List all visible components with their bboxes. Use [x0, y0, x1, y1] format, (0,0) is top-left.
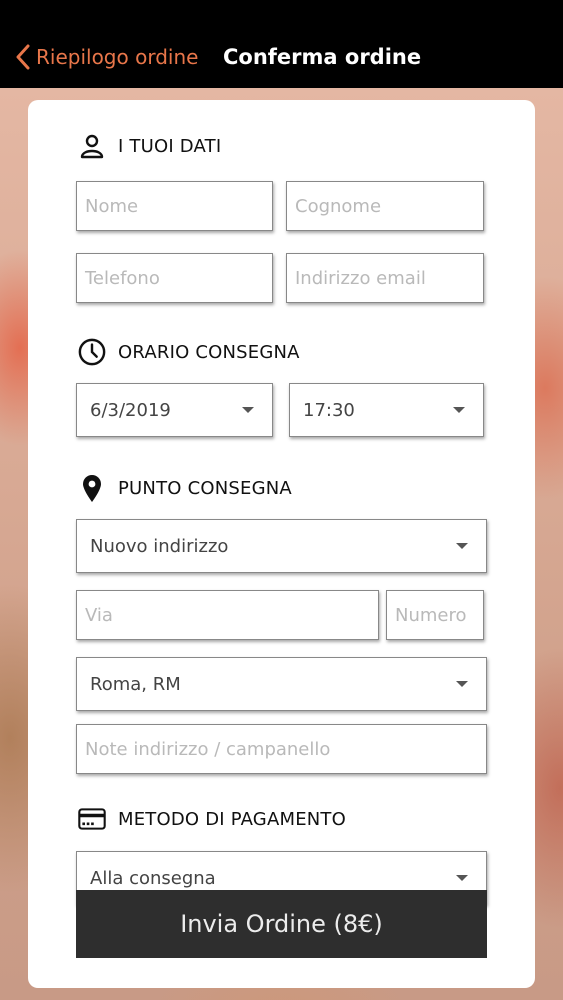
street-number-field[interactable]: Numero — [386, 590, 484, 640]
clock-icon — [78, 338, 106, 366]
phone-placeholder: Telefono — [85, 267, 160, 289]
section-personal-title: I TUOI DATI — [118, 135, 222, 157]
chevron-down-icon — [453, 407, 465, 413]
time-value: 17:30 — [303, 399, 355, 421]
name-placeholder: Nome — [85, 195, 139, 217]
street-field[interactable]: Via — [76, 590, 379, 640]
chevron-down-icon — [456, 875, 468, 881]
chevron-down-icon — [456, 543, 468, 549]
section-payment-title: METODO DI PAGAMENTO — [118, 808, 347, 830]
city-select[interactable]: Roma, RM — [76, 657, 487, 711]
section-delivery-time-header: ORARIO CONSEGNA — [78, 336, 300, 368]
date-value: 6/3/2019 — [90, 399, 171, 421]
chevron-down-icon — [456, 681, 468, 687]
surname-field[interactable]: Cognome — [286, 181, 484, 231]
phone-field[interactable]: Telefono — [76, 253, 273, 303]
city-select-value: Roma, RM — [90, 673, 181, 695]
section-delivery-point-header: PUNTO CONSEGNA — [78, 472, 292, 504]
payment-method-value: Alla consegna — [90, 867, 216, 889]
address-notes-field[interactable]: Note indirizzo / campanello — [76, 724, 487, 774]
address-select[interactable]: Nuovo indirizzo — [76, 519, 487, 573]
date-select[interactable]: 6/3/2019 — [76, 383, 273, 437]
section-delivery-point-title: PUNTO CONSEGNA — [118, 477, 292, 499]
street-placeholder: Via — [85, 604, 113, 626]
email-placeholder: Indirizzo email — [295, 267, 426, 289]
street-number-placeholder: Numero — [395, 604, 467, 626]
location-pin-icon — [78, 474, 106, 502]
surname-placeholder: Cognome — [295, 195, 382, 217]
order-form-card: I TUOI DATI Nome Cognome Telefono Indiri… — [28, 100, 535, 988]
name-field[interactable]: Nome — [76, 181, 273, 231]
email-field[interactable]: Indirizzo email — [286, 253, 484, 303]
section-payment-header: METODO DI PAGAMENTO — [78, 803, 346, 835]
submit-order-button[interactable]: Invia Ordine (8€) — [76, 890, 487, 958]
navigation-bar: Riepilogo ordine Conferma ordine — [0, 0, 563, 88]
chevron-left-icon — [16, 44, 30, 70]
address-notes-placeholder: Note indirizzo / campanello — [85, 738, 331, 760]
address-select-value: Nuovo indirizzo — [90, 535, 229, 557]
section-personal-header: I TUOI DATI — [78, 130, 221, 162]
chevron-down-icon — [242, 407, 254, 413]
back-button[interactable]: Riepilogo ordine — [16, 40, 198, 74]
time-select[interactable]: 17:30 — [289, 383, 484, 437]
back-label: Riepilogo ordine — [36, 45, 199, 69]
person-icon — [78, 132, 106, 160]
credit-card-icon — [78, 805, 106, 833]
page-title: Conferma ordine — [223, 45, 422, 69]
section-delivery-time-title: ORARIO CONSEGNA — [118, 341, 300, 363]
